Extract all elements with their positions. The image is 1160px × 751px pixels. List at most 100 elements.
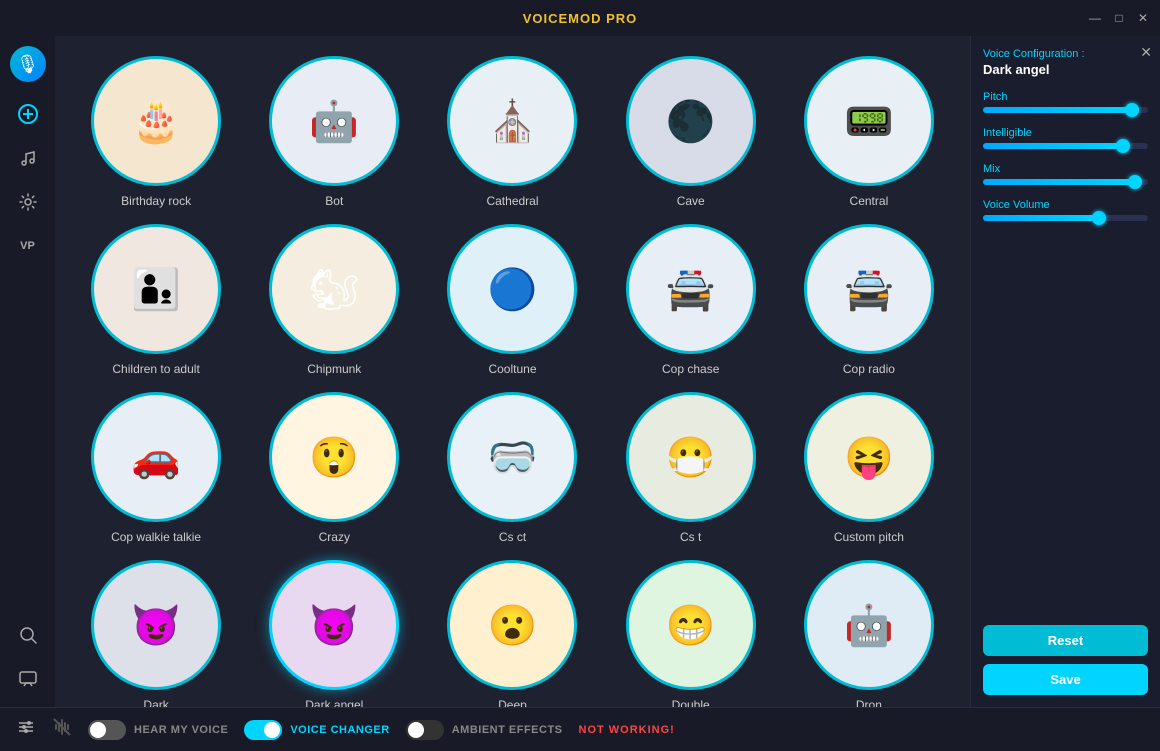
pitch-thumb[interactable] bbox=[1125, 103, 1139, 117]
maximize-button[interactable]: □ bbox=[1110, 9, 1128, 27]
voice-name-deep: Deep bbox=[498, 698, 527, 707]
voice-item-cathedral[interactable]: ⛪ Cathedral bbox=[431, 56, 593, 208]
voice-icon-deep: 😮 bbox=[467, 580, 557, 670]
hear-my-voice-toggle[interactable] bbox=[88, 720, 126, 740]
ambient-effects-toggle[interactable] bbox=[406, 720, 444, 740]
hear-my-voice-knob bbox=[90, 722, 106, 738]
voice-name-cooltune: Cooltune bbox=[488, 362, 536, 376]
not-working-badge: NOT WORKING! bbox=[579, 724, 675, 736]
voice-icon-cooltune: 🔵 bbox=[467, 244, 557, 334]
reset-button[interactable]: Reset bbox=[983, 625, 1148, 656]
voice-icon-cs-t: 😷 bbox=[646, 412, 736, 502]
voice-circle-cathedral: ⛪ bbox=[447, 56, 577, 186]
hear-my-voice-toggle-group: HEAR MY VOICE bbox=[88, 720, 228, 740]
voice-item-double[interactable]: 😁 Double bbox=[610, 560, 772, 707]
voice-item-central[interactable]: 📟Central bbox=[788, 56, 950, 208]
voice-item-cop-chase[interactable]: 🚔Cop chase bbox=[610, 224, 772, 376]
voice-item-dron[interactable]: 🤖Dron bbox=[788, 560, 950, 707]
intelligible-fill bbox=[983, 143, 1123, 149]
voice-volume-track[interactable] bbox=[983, 215, 1148, 221]
voice-name-chipmunk: Chipmunk bbox=[307, 362, 361, 376]
pitch-track[interactable] bbox=[983, 107, 1148, 113]
voice-name-cop-radio: Cop radio bbox=[843, 362, 895, 376]
voice-circle-chipmunk: 🐿 bbox=[269, 224, 399, 354]
intelligible-label: Intelligible bbox=[983, 127, 1148, 139]
voice-circle-cooltune: 🔵 bbox=[447, 224, 577, 354]
voice-name-dron: Dron bbox=[856, 698, 882, 707]
voice-icon-dark-angel: 😈 bbox=[289, 580, 379, 670]
intelligible-thumb[interactable] bbox=[1116, 139, 1130, 153]
voice-icon-children-to-adult: 👨‍👦 bbox=[111, 244, 201, 334]
voice-item-dark-angel[interactable]: 😈Dark angel bbox=[253, 560, 415, 707]
voice-icon-custom-pitch: 😝 bbox=[824, 412, 914, 502]
bottom-bar: HEAR MY VOICE VOICE CHANGER AMBIENT EFFE… bbox=[0, 707, 1160, 751]
equalizer-icon[interactable] bbox=[16, 717, 36, 742]
mix-slider-section: Mix bbox=[983, 163, 1148, 185]
sidebar-item-settings[interactable] bbox=[10, 184, 46, 220]
mute-icon[interactable] bbox=[52, 717, 72, 742]
mix-fill bbox=[983, 179, 1135, 185]
intelligible-track[interactable] bbox=[983, 143, 1148, 149]
mix-thumb[interactable] bbox=[1128, 175, 1142, 189]
voice-volume-slider-section: Voice Volume bbox=[983, 199, 1148, 221]
window-controls: — □ ✕ bbox=[1086, 9, 1152, 27]
titlebar: VOICEMOD PRO — □ ✕ bbox=[0, 0, 1160, 36]
voice-name-double: Double bbox=[672, 698, 710, 707]
content-area: 🎂 Birthday rock 🤖Bot⛪ Cathedral 🌑Cave📟Centra… bbox=[55, 36, 1160, 707]
sidebar: 🎙 VP bbox=[0, 36, 55, 707]
voice-volume-thumb[interactable] bbox=[1092, 211, 1106, 225]
voice-icon-crazy: 😲 bbox=[289, 412, 379, 502]
voice-circle-cs-ct: 🥽 bbox=[447, 392, 577, 522]
close-button[interactable]: ✕ bbox=[1134, 9, 1152, 27]
voice-item-cooltune[interactable]: 🔵 Cooltune bbox=[431, 224, 593, 376]
voice-name-birthday-rock: Birthday rock bbox=[121, 194, 191, 208]
voice-icon-bot: 🤖 bbox=[289, 76, 379, 166]
voice-icon-birthday-rock: 🎂 bbox=[111, 76, 201, 166]
voice-name-cathedral: Cathedral bbox=[486, 194, 538, 208]
voice-name-cs-t: Cs t bbox=[680, 530, 701, 544]
voice-name-cave: Cave bbox=[677, 194, 705, 208]
minimize-button[interactable]: — bbox=[1086, 9, 1104, 27]
voice-item-chipmunk[interactable]: 🐿 Chipmunk bbox=[253, 224, 415, 376]
voice-item-dark[interactable]: 😈Dark bbox=[75, 560, 237, 707]
sidebar-item-music[interactable] bbox=[10, 140, 46, 176]
voice-item-crazy[interactable]: 😲Crazy bbox=[253, 392, 415, 544]
right-panel: ✕ Voice Configuration : Dark angel Pitch… bbox=[970, 36, 1160, 707]
voice-item-cop-radio[interactable]: 🚔 Cop radio bbox=[788, 224, 950, 376]
sidebar-item-vp[interactable]: VP bbox=[10, 228, 46, 264]
voice-item-cop-walkie-talkie[interactable]: 🚗Cop walkie talkie bbox=[75, 392, 237, 544]
save-button[interactable]: Save bbox=[983, 664, 1148, 695]
voice-volume-fill bbox=[983, 215, 1099, 221]
mix-label: Mix bbox=[983, 163, 1148, 175]
voice-circle-cop-radio: 🚔 bbox=[804, 224, 934, 354]
voice-item-birthday-rock[interactable]: 🎂 Birthday rock bbox=[75, 56, 237, 208]
hear-my-voice-label: HEAR MY VOICE bbox=[134, 724, 228, 736]
sidebar-item-add-effect[interactable] bbox=[10, 96, 46, 132]
sidebar-item-chat[interactable] bbox=[10, 661, 46, 697]
voice-item-bot[interactable]: 🤖Bot bbox=[253, 56, 415, 208]
voice-icon-cop-walkie-talkie: 🚗 bbox=[111, 412, 201, 502]
sidebar-item-search[interactable] bbox=[10, 617, 46, 653]
voice-circle-birthday-rock: 🎂 bbox=[91, 56, 221, 186]
voice-icon-double: 😁 bbox=[646, 580, 736, 670]
voice-name-dark: Dark bbox=[143, 698, 168, 707]
voice-grid-container[interactable]: 🎂 Birthday rock 🤖Bot⛪ Cathedral 🌑Cave📟Centra… bbox=[55, 36, 970, 707]
voice-icon-cop-radio: 🚔 bbox=[824, 244, 914, 334]
main-layout: 🎙 VP 🎂Birthday rock🤖Bot⛪Cathedral🌑Cave📟C… bbox=[0, 36, 1160, 707]
voice-item-custom-pitch[interactable]: 😝Custom pitch bbox=[788, 392, 950, 544]
voice-item-cave[interactable]: 🌑Cave bbox=[610, 56, 772, 208]
voice-grid: 🎂 Birthday rock 🤖Bot⛪ Cathedral 🌑Cave📟Centra… bbox=[75, 56, 950, 707]
voice-item-cs-ct[interactable]: 🥽Cs ct bbox=[431, 392, 593, 544]
panel-close-button[interactable]: ✕ bbox=[1140, 44, 1152, 61]
voice-changer-toggle[interactable] bbox=[244, 720, 282, 740]
voice-item-cs-t[interactable]: 😷 Cs t bbox=[610, 392, 772, 544]
voice-item-children-to-adult[interactable]: 👨‍👦Children to adult bbox=[75, 224, 237, 376]
ambient-effects-knob bbox=[408, 722, 424, 738]
voice-item-deep[interactable]: 😮 Deep bbox=[431, 560, 593, 707]
voice-circle-central: 📟 bbox=[804, 56, 934, 186]
voice-circle-crazy: 😲 bbox=[269, 392, 399, 522]
mix-track[interactable] bbox=[983, 179, 1148, 185]
ambient-effects-label: AMBIENT EFFECTS bbox=[452, 724, 563, 736]
voice-name-cop-chase: Cop chase bbox=[662, 362, 719, 376]
voice-circle-dark-angel: 😈 bbox=[269, 560, 399, 690]
